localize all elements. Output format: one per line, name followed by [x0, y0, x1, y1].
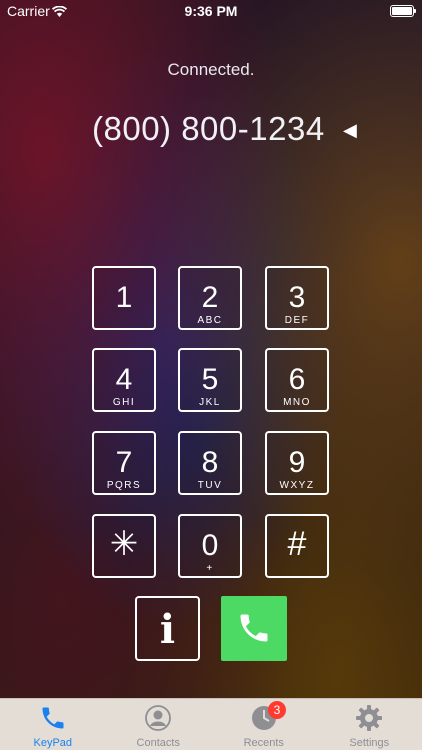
tab-contacts[interactable]: Contacts	[106, 699, 212, 750]
key-9[interactable]: 9 WXYZ	[265, 431, 329, 495]
key-letters: JKL	[199, 397, 221, 408]
key-digit: #	[287, 525, 307, 563]
info-icon: i	[159, 606, 176, 653]
key-digit: 3	[288, 281, 306, 314]
tab-label: Recents	[243, 737, 284, 749]
status-bar: Carrier 9:36 PM	[0, 0, 422, 22]
key-digit: 0	[201, 529, 219, 562]
call-status: Connected.	[167, 60, 255, 79]
key-4[interactable]: 4 GHI	[92, 348, 156, 412]
key-7[interactable]: 7 PQRS	[92, 431, 156, 495]
key-letters: +	[206, 563, 214, 574]
tab-keypad[interactable]: KeyPad	[0, 699, 106, 750]
tab-settings[interactable]: Settings	[317, 699, 422, 750]
key-hash[interactable]: #	[265, 514, 329, 578]
key-letters: DEF	[284, 315, 310, 326]
key-2[interactable]: 2 ABC	[178, 266, 242, 330]
key-digit: 7	[115, 446, 133, 479]
key-letters: MNO	[283, 397, 311, 408]
phone-screen: Carrier 9:36 PM Connected. (800) 800-123…	[0, 0, 422, 750]
backspace-icon[interactable]: ◀	[343, 120, 357, 141]
tab-label: Contacts	[136, 737, 180, 749]
key-1[interactable]: 1	[92, 266, 156, 330]
battery-icon	[390, 5, 416, 17]
contact-icon	[144, 704, 172, 737]
phone-icon	[39, 704, 67, 737]
recents-badge: 3	[267, 701, 286, 719]
phone-icon	[240, 614, 268, 642]
key-digit: 2	[201, 281, 219, 314]
key-digit: 4	[115, 363, 133, 396]
tab-recents[interactable]: 3 Recents	[211, 699, 317, 750]
info-button[interactable]: i	[135, 596, 200, 661]
tab-label: KeyPad	[33, 737, 73, 749]
call-button[interactable]	[221, 596, 287, 661]
key-6[interactable]: 6 MNO	[265, 348, 329, 412]
key-digit: 5	[201, 363, 219, 396]
key-letters: TUV	[197, 480, 223, 491]
key-digit: 6	[288, 363, 306, 396]
tab-label: Settings	[349, 737, 390, 749]
key-star[interactable]: ✳	[92, 514, 156, 578]
key-0[interactable]: 0 +	[178, 514, 242, 578]
key-3[interactable]: 3 DEF	[265, 266, 329, 330]
key-letters: WXYZ	[279, 480, 315, 491]
key-digit: 8	[201, 446, 219, 479]
gear-icon	[355, 704, 383, 737]
tab-bar: KeyPad Contacts 3 Recents Settings	[0, 698, 422, 750]
clock-time: 9:36 PM	[184, 3, 238, 19]
key-digit: 1	[115, 281, 133, 314]
key-letters: GHI	[112, 397, 136, 408]
dialed-number: (800) 800-1234	[92, 110, 325, 147]
key-letters: ABC	[197, 315, 223, 326]
key-8[interactable]: 8 TUV	[178, 431, 242, 495]
number-display: (800) 800-1234 ◀	[0, 110, 422, 150]
key-digit: 9	[288, 446, 306, 479]
key-digit: ✳	[109, 525, 139, 563]
key-5[interactable]: 5 JKL	[178, 348, 242, 412]
key-letters: PQRS	[106, 480, 142, 491]
